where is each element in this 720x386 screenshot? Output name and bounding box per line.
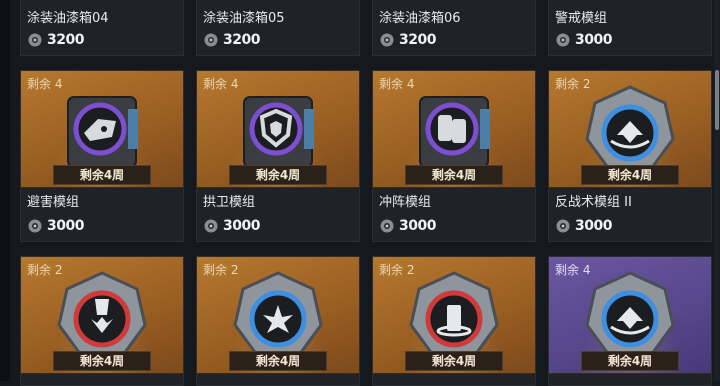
item-price: 3200 xyxy=(379,31,436,49)
item-price: 3000 xyxy=(379,217,436,235)
item-art: 剩余 4 剩余4周 xyxy=(549,257,711,374)
duration-banner: 剩余4周 xyxy=(229,351,327,371)
duration-banner: 剩余4周 xyxy=(53,351,151,371)
gear-coin-icon xyxy=(204,33,218,47)
item-name: 涂装油漆箱06 xyxy=(379,11,461,26)
item-name: 涂装油漆箱05 xyxy=(203,11,285,26)
gear-coin-icon xyxy=(556,33,570,47)
item-price: 3000 xyxy=(203,217,260,235)
item-art: 剩余 4 剩余4周 xyxy=(197,71,359,188)
item-price: 3200 xyxy=(203,31,260,49)
shop-item-card[interactable]: 剩余 2 剩余4周 反战术模组 II 3000 xyxy=(548,70,712,242)
item-art: 剩余 2 剩余4周 xyxy=(21,257,183,374)
duration-banner: 剩余4周 xyxy=(581,351,679,371)
scrollbar[interactable] xyxy=(714,0,720,381)
shop-item-card[interactable]: 剩余 2 剩余4周 xyxy=(20,256,184,386)
item-art: 剩余 2 剩余4周 xyxy=(197,257,359,374)
duration-banner: 剩余4周 xyxy=(581,165,679,185)
item-price: 3000 xyxy=(555,217,612,235)
shop-item-card[interactable]: 剩余 2 剩余4周 xyxy=(372,256,536,386)
shop-item-card[interactable]: 涂装油漆箱05 3200 xyxy=(196,0,360,56)
item-price: 3000 xyxy=(27,217,84,235)
shop-item-card[interactable]: 涂装油漆箱06 3200 xyxy=(372,0,536,56)
gear-coin-icon xyxy=(556,219,570,233)
item-name: 冲阵模组 xyxy=(379,195,432,210)
shop-item-card[interactable]: 警戒模组 3000 xyxy=(548,0,712,56)
duration-banner: 剩余4周 xyxy=(229,165,327,185)
gear-coin-icon xyxy=(380,33,394,47)
scrollbar-thumb[interactable] xyxy=(715,70,719,130)
shop-item-card[interactable]: 剩余 4 剩余4周 xyxy=(548,256,712,386)
gear-coin-icon xyxy=(204,219,218,233)
item-name: 警戒模组 xyxy=(555,11,608,26)
gear-coin-icon xyxy=(28,33,42,47)
item-name: 避害模组 xyxy=(27,195,80,210)
item-name: 涂装油漆箱04 xyxy=(27,11,109,26)
shop-item-card[interactable]: 涂装油漆箱04 3200 xyxy=(20,0,184,56)
item-art: 剩余 4 剩余4周 xyxy=(373,71,535,188)
gear-coin-icon xyxy=(380,219,394,233)
duration-banner: 剩余4周 xyxy=(405,165,503,185)
duration-banner: 剩余4周 xyxy=(53,165,151,185)
item-price: 3200 xyxy=(27,31,84,49)
item-name: 拱卫模组 xyxy=(203,195,256,210)
item-art: 剩余 4 剩余4周 xyxy=(21,71,183,188)
left-edge xyxy=(0,0,10,381)
gear-coin-icon xyxy=(28,219,42,233)
shop-item-card[interactable]: 剩余 4 剩余4周 冲阵模组 3000 xyxy=(372,70,536,242)
shop-item-card[interactable]: 剩余 4 剩余4周 拱卫模组 3000 xyxy=(196,70,360,242)
item-price: 3000 xyxy=(555,31,612,49)
shop-item-card[interactable]: 剩余 4 剩余4周 避害模组 3000 xyxy=(20,70,184,242)
shop-item-card[interactable]: 剩余 2 剩余4周 xyxy=(196,256,360,386)
item-name: 反战术模组 II xyxy=(555,195,632,210)
duration-banner: 剩余4周 xyxy=(405,351,503,371)
item-art: 剩余 2 剩余4周 xyxy=(549,71,711,188)
item-art: 剩余 2 剩余4周 xyxy=(373,257,535,374)
